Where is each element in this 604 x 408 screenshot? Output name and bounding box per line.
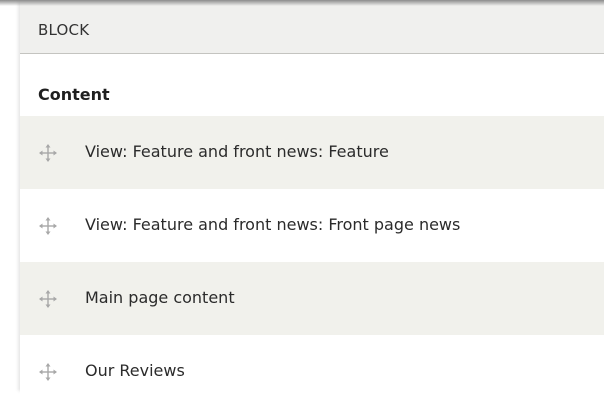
block-name: Main page content: [85, 288, 235, 307]
block-name: Our Reviews: [85, 361, 185, 380]
block-name: View: Feature and front news: Front page…: [85, 215, 461, 234]
drag-handle-icon[interactable]: [39, 144, 57, 162]
block-column-header: BLOCK: [38, 21, 90, 39]
drag-handle-icon[interactable]: [39, 363, 57, 381]
region-title: Content: [38, 85, 110, 104]
table-row: Our Reviews: [20, 335, 604, 408]
table-row: View: Feature and front news: Feature: [20, 116, 604, 189]
block-layout-panel: BLOCK Content View: Feature and front ne…: [20, 0, 604, 408]
top-shadow: [0, 0, 604, 6]
table-header: BLOCK: [20, 0, 604, 54]
drag-handle-icon[interactable]: [39, 217, 57, 235]
block-rows: View: Feature and front news: Feature Vi…: [20, 116, 604, 408]
block-name: View: Feature and front news: Feature: [85, 142, 389, 161]
table-row: Main page content: [20, 262, 604, 335]
drag-handle-icon[interactable]: [39, 290, 57, 308]
table-row: View: Feature and front news: Front page…: [20, 189, 604, 262]
